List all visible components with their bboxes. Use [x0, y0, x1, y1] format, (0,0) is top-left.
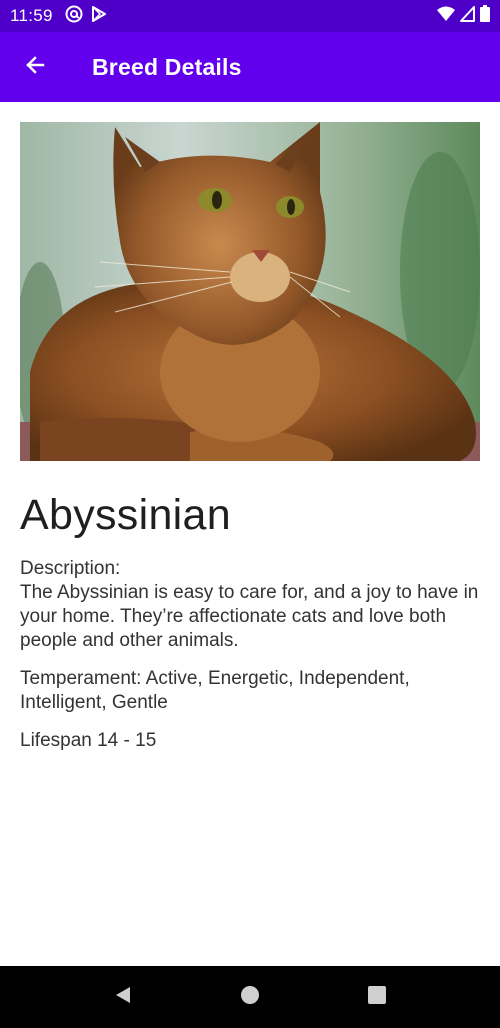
description-label: Description:: [20, 558, 121, 579]
breed-name: Abyssinian: [20, 491, 231, 539]
nav-back-button[interactable]: [101, 975, 145, 1019]
breed-photo: [20, 122, 480, 461]
back-button[interactable]: [10, 42, 60, 92]
nav-recents-button[interactable]: [355, 975, 399, 1019]
lifespan-text: Lifespan 14 - 15: [20, 730, 157, 751]
play-store-icon: [91, 5, 107, 27]
breed-details-content: Abyssinian Description: The Abyssinian i…: [20, 122, 480, 753]
nav-home-button[interactable]: [228, 975, 272, 1019]
description-block: Description: The Abyssinian is easy to c…: [20, 557, 480, 653]
page-title: Breed Details: [92, 53, 242, 80]
status-icons-left: [65, 5, 107, 28]
battery-icon: [480, 5, 490, 27]
nav-back-icon: [113, 985, 133, 1010]
system-nav-bar: [0, 966, 500, 1028]
status-icons-right: [437, 5, 490, 27]
arrow-back-icon: [23, 53, 47, 82]
status-time: 11:59: [10, 6, 53, 25]
wifi-icon: [437, 6, 455, 27]
status-bar: 11:59: [0, 0, 500, 32]
nav-recents-icon: [367, 985, 387, 1010]
signal-icon: [460, 5, 475, 27]
at-sign-icon: [65, 5, 83, 28]
app-bar: Breed Details: [0, 32, 500, 102]
description-text: The Abyssinian is easy to care for, and …: [20, 582, 479, 651]
nav-home-icon: [240, 985, 260, 1010]
temperament-text: Temperament: Active, Energetic, Independ…: [20, 668, 410, 713]
